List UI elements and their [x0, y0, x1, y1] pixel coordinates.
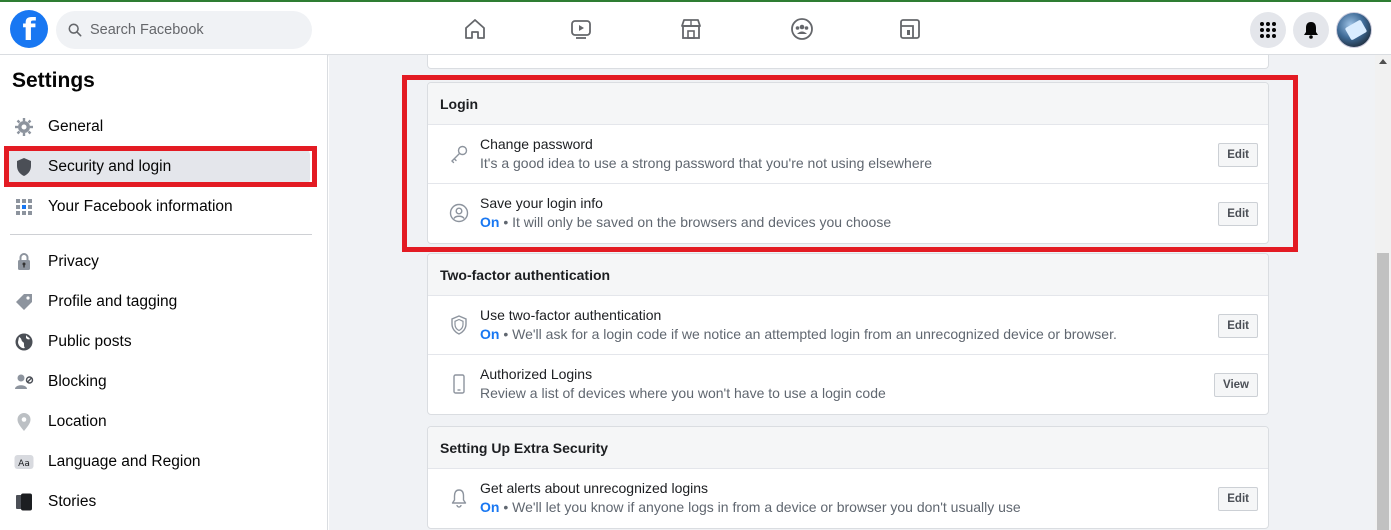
sidebar-item-label: Blocking — [48, 373, 107, 390]
sidebar-item-label: Security and login — [48, 158, 172, 175]
facebook-logo[interactable]: f — [10, 10, 48, 48]
save-login-info-row[interactable]: Save your login info On • It will only b… — [428, 184, 1268, 243]
svg-text:Aa: Aa — [18, 459, 30, 469]
row-description: On • It will only be saved on the browse… — [480, 214, 891, 230]
sidebar-item-general[interactable]: General — [8, 109, 310, 145]
sidebar-divider — [10, 234, 312, 235]
sidebar-item-label: Location — [48, 413, 107, 430]
edit-button[interactable]: Edit — [1218, 314, 1258, 338]
row-description: On • We'll ask for a login code if we no… — [480, 326, 1117, 342]
notifications-button[interactable] — [1293, 12, 1329, 48]
language-icon: Aa — [12, 450, 36, 474]
row-description-text: • We'll ask for a login code if we notic… — [499, 326, 1117, 342]
row-title: Get alerts about unrecognized logins — [480, 480, 709, 496]
search-icon — [68, 23, 82, 37]
top-navigation-bar: f — [0, 0, 1391, 55]
avatar[interactable] — [1336, 12, 1372, 48]
row-description: It's a good idea to use a strong passwor… — [480, 155, 932, 171]
row-title: Authorized Logins — [480, 366, 593, 382]
row-description-text: It's a good idea to use a strong passwor… — [480, 155, 933, 171]
user-circle-icon — [448, 202, 470, 224]
sidebar-item-public-posts[interactable]: Public posts — [8, 324, 310, 360]
sidebar-item-label: Profile and tagging — [48, 293, 178, 310]
menu-grid-icon — [1260, 22, 1276, 38]
sidebar-item-blocking[interactable]: Blocking — [8, 364, 310, 400]
bell-icon — [448, 487, 470, 509]
authorized-logins-row[interactable]: Authorized Logins Review a list of devic… — [428, 355, 1268, 414]
facebook-info-icon — [12, 195, 36, 219]
scrollbar[interactable] — [1375, 55, 1391, 530]
section-header: Setting Up Extra Security — [428, 427, 1268, 469]
scrollbar-thumb[interactable] — [1377, 253, 1389, 530]
row-description-text: • It will only be saved on the browsers … — [499, 214, 892, 230]
sidebar-item-your-facebook-information[interactable]: Your Facebook information — [8, 189, 310, 225]
sidebar-item-label: Stories — [48, 493, 97, 510]
sidebar-item-profile-and-tagging[interactable]: Profile and tagging — [8, 284, 310, 320]
sidebar-item-language-and-region[interactable]: Aa Language and Region — [8, 444, 310, 480]
home-icon[interactable] — [462, 16, 488, 42]
status-on: On — [480, 326, 500, 342]
row-title: Save your login info — [480, 195, 603, 211]
edit-button[interactable]: Edit — [1218, 487, 1258, 511]
row-description: On • We'll let you know if anyone logs i… — [480, 499, 1021, 515]
tag-icon — [12, 290, 36, 314]
previous-section-card — [427, 55, 1269, 69]
search-box[interactable] — [56, 11, 312, 49]
status-on: On — [480, 214, 500, 230]
lock-icon — [12, 250, 36, 274]
extra-security-section: Setting Up Extra Security Get alerts abo… — [427, 426, 1269, 529]
page-title: Settings — [12, 69, 95, 92]
sidebar-item-privacy[interactable]: Privacy — [8, 244, 310, 280]
login-alerts-row[interactable]: Get alerts about unrecognized logins On … — [428, 469, 1268, 528]
phone-icon — [448, 373, 470, 395]
avatar-image-detail — [1344, 19, 1368, 41]
gaming-icon[interactable] — [897, 16, 923, 42]
shield-icon — [12, 155, 36, 179]
settings-content: Login Change password It's a good idea t… — [329, 55, 1375, 530]
use-two-factor-row[interactable]: Use two-factor authentication On • We'll… — [428, 296, 1268, 355]
sidebar-item-label: General — [48, 118, 104, 135]
sidebar-item-security-and-login[interactable]: Security and login — [8, 149, 310, 185]
sidebar-item-label: Your Facebook information — [48, 198, 233, 215]
shield-outline-icon — [448, 314, 470, 336]
stories-icon — [12, 490, 36, 514]
sidebar-item-stories[interactable]: Stories — [8, 484, 310, 520]
location-pin-icon — [12, 410, 36, 434]
block-user-icon — [12, 370, 36, 394]
settings-sidebar: Settings General Security and login Your… — [0, 55, 328, 530]
key-icon — [448, 143, 470, 165]
sidebar-item-label: Public posts — [48, 333, 132, 350]
gear-icon — [12, 115, 36, 139]
two-factor-section: Two-factor authentication Use two-factor… — [427, 253, 1269, 415]
status-on: On — [480, 499, 500, 515]
row-description: Review a list of devices where you won't… — [480, 385, 886, 401]
change-password-row[interactable]: Change password It's a good idea to use … — [428, 125, 1268, 184]
view-button[interactable]: View — [1214, 373, 1258, 397]
row-description-text: • We'll let you know if anyone logs in f… — [499, 499, 1021, 515]
globe-icon — [12, 330, 36, 354]
login-section: Login Change password It's a good idea t… — [427, 82, 1269, 244]
groups-icon[interactable] — [789, 16, 815, 42]
edit-button[interactable]: Edit — [1218, 202, 1258, 226]
marketplace-icon[interactable] — [678, 16, 704, 42]
row-title: Change password — [480, 136, 593, 152]
watch-icon[interactable] — [568, 16, 594, 42]
section-header: Two-factor authentication — [428, 254, 1268, 296]
edit-button[interactable]: Edit — [1218, 143, 1258, 167]
row-title: Use two-factor authentication — [480, 307, 662, 323]
search-input[interactable] — [90, 22, 290, 38]
menu-grid-button[interactable] — [1250, 12, 1286, 48]
sidebar-item-location[interactable]: Location — [8, 404, 310, 440]
section-header: Login — [428, 83, 1268, 125]
notifications-bell-icon — [1304, 22, 1318, 39]
scroll-up-arrow-icon[interactable] — [1379, 59, 1387, 64]
sidebar-item-label: Privacy — [48, 253, 99, 270]
sidebar-item-label: Language and Region — [48, 453, 201, 470]
row-description-text: Review a list of devices where you won't… — [480, 385, 886, 401]
